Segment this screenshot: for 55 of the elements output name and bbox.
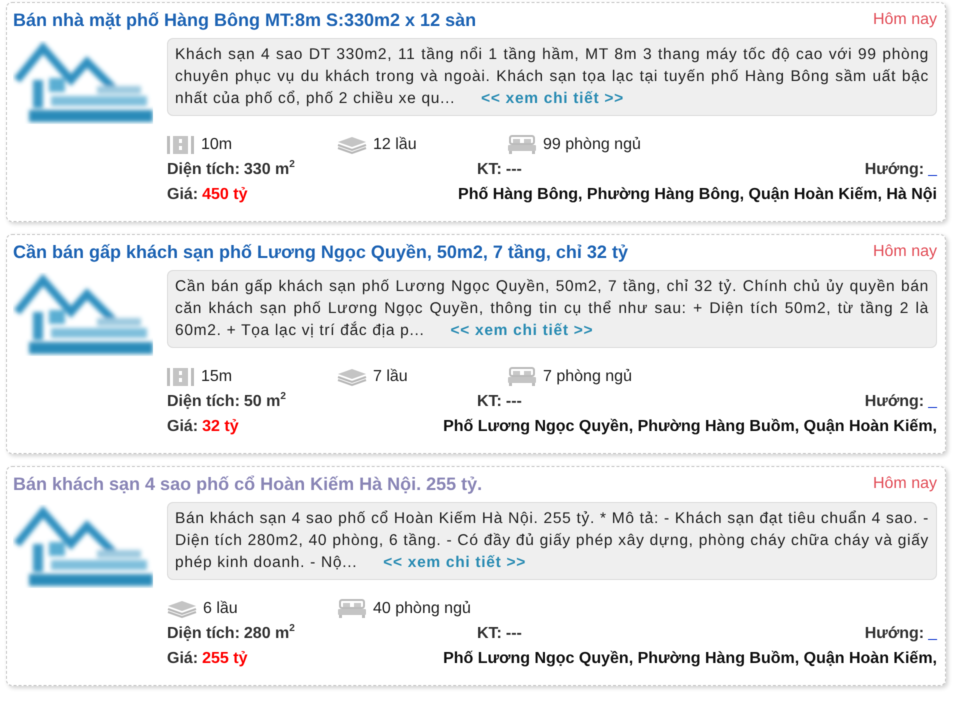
feature-text: 6 lầu	[203, 600, 238, 618]
feature-text: 40 phòng ngủ	[373, 600, 471, 618]
kt-label: KT:	[477, 392, 502, 410]
post-date: Hôm nay	[872, 11, 937, 29]
address-text: Phố Hàng Bông, Phường Hàng Bông, Quận Hoàn Kiếm, Hà Nội	[458, 186, 937, 204]
frontage-icon	[167, 367, 195, 387]
listing-title[interactable]: Bán nhà mặt phố Hàng Bông MT:8m S:330m2 x 12 sàn	[13, 10, 476, 30]
price-label: Giá:	[167, 650, 198, 668]
price-value: 255 tỷ	[202, 650, 248, 668]
address-text: Phố Lương Ngọc Quyền, Phường Hàng Buồm, Quận Hoàn Kiếm,	[443, 418, 937, 436]
price-value: 450 tỷ	[202, 186, 248, 204]
listing-title[interactable]: Cần bán gấp khách sạn phố Lương Ngọc Quyền, 50m2, 7 tầng, chỉ 32 tỷ	[13, 242, 628, 262]
view-details-link[interactable]: << xem chi tiết >>	[383, 554, 526, 571]
kt-value: ---	[506, 392, 522, 410]
frontage-icon	[167, 135, 195, 155]
feature-text: 7 lầu	[373, 368, 408, 386]
feature-text: 7 phòng ngủ	[543, 368, 632, 386]
post-date: Hôm nay	[872, 475, 937, 493]
price-label: Giá:	[167, 186, 198, 204]
bed-icon	[337, 599, 367, 619]
layers-icon	[167, 600, 197, 618]
area-label: Diện tích:	[167, 160, 240, 178]
bed-icon	[507, 135, 537, 155]
area-value: 280 m$^{2}$	[244, 624, 295, 642]
direction-label: Hướng:	[864, 392, 924, 410]
area-label: Diện tích:	[167, 392, 240, 410]
area-label: Diện tích:	[167, 624, 240, 642]
view-details-link[interactable]: << xem chi tiết >>	[450, 322, 594, 339]
view-details-link[interactable]: << xem chi tiết >>	[481, 90, 624, 107]
area-value: 50 m$^{2}$	[244, 392, 286, 410]
address-text: Phố Lương Ngọc Quyền, Phường Hàng Buồm, Quận Hoàn Kiếm,	[443, 650, 937, 668]
bed-icon	[507, 367, 537, 387]
layers-icon	[337, 368, 367, 386]
listing-description: Khách sạn 4 sao DT 330m2, 11 tầng nổi 1 tầng hầm, MT 8m 3 thang máy tốc độ cao với 99 phòng chuyên phục vụ du khách trong và ngoài. Khách sạn tọa lạc tại tuyến phố Hàng Bông sầm uất bậc nhất của phố cổ, phố 2 chiều xe qu... << xem chi tiết >>	[167, 38, 937, 116]
feature-text: 10m	[201, 136, 232, 154]
listing-description: Bán khách sạn 4 sao phố cổ Hoàn Kiếm Hà Nội. 255 tỷ. * Mô tả: - Khách sạn đạt tiêu chuẩn 4 sao. - Diện tích 280m2, 40 phòng, 6 tầng. - Có đầy đủ giấy phép xây dựng, phòng cháy chữa cháy và giấy phép kinh doanh. - Nộ... << xem chi tiết >>	[167, 502, 937, 580]
price-label: Giá:	[167, 418, 198, 436]
post-date: Hôm nay	[872, 243, 937, 261]
feature-text: 12 lầu	[373, 136, 417, 154]
kt-value: ---	[506, 624, 522, 642]
kt-value: ---	[506, 160, 522, 178]
kt-label: KT:	[477, 624, 502, 642]
price-value: 32 tỷ	[202, 418, 239, 436]
feature-text: 15m	[201, 368, 232, 386]
area-value: 330 m$^{2}$	[244, 160, 295, 178]
listing-description: Cần bán gấp khách sạn phố Lương Ngọc Quyền, 50m2, 7 tầng, chỉ 32 tỷ. Chính chủ ủy quyền bán căn khách sạn phố Lương Ngọc Quyền, thông tin cụ thể như sau: + Diện tích 50m2, từ tầng 2 là 60m2. + Tọa lạc vị trí đắc địa p... << xem chi tiết >>	[167, 270, 937, 348]
layers-icon	[337, 136, 367, 154]
feature-text: 99 phòng ngủ	[543, 136, 641, 154]
listing-title[interactable]: Bán khách sạn 4 sao phố cổ Hoàn Kiếm Hà Nội. 255 tỷ.	[13, 474, 482, 494]
direction-link[interactable]: _	[928, 160, 937, 178]
direction-label: Hướng:	[864, 624, 924, 642]
direction-label: Hướng:	[864, 160, 924, 178]
direction-link[interactable]: _	[928, 392, 937, 410]
kt-label: KT:	[477, 160, 502, 178]
direction-link[interactable]: _	[928, 624, 937, 642]
